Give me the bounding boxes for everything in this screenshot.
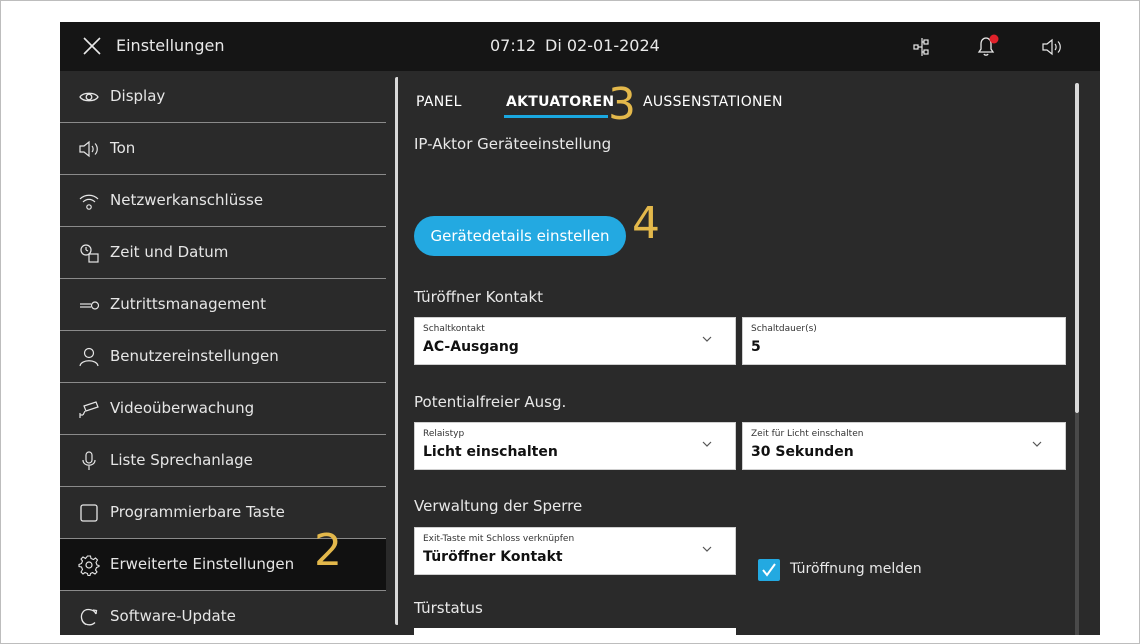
- clock-time: 07:12: [490, 36, 537, 55]
- relay-type-select[interactable]: Relaistyp Licht einschalten: [414, 422, 736, 470]
- sidebar-item-network[interactable]: Netzwerkanschlüsse: [60, 175, 386, 227]
- door-status-field-partial[interactable]: [414, 628, 736, 635]
- wifi-icon: [79, 194, 99, 210]
- field-label: Exit-Taste mit Schloss verknüpfen: [423, 534, 575, 544]
- field-label: Schaltkontakt: [423, 324, 485, 334]
- switch-contact-select[interactable]: Schaltkontakt AC-Ausgang: [414, 317, 736, 365]
- section-title-relay: Potentialfreier Ausg.: [414, 393, 567, 411]
- sidebar-item-label: Ton: [110, 139, 136, 157]
- sidebar-item-label: Zeit und Datum: [110, 243, 229, 261]
- top-bar: Einstellungen 07:12 Di 02-01-2024: [60, 22, 1100, 71]
- sidebar-item-display[interactable]: Display: [60, 71, 386, 123]
- speaker-icon: [79, 140, 98, 158]
- clock-date: Di 02-01-2024: [545, 36, 660, 55]
- chevron-down-icon: [702, 546, 712, 552]
- close-icon[interactable]: [82, 36, 102, 56]
- eye-icon: [79, 92, 99, 102]
- exit-key-lock-select[interactable]: Exit-Taste mit Schloss verknüpfen Türöff…: [414, 527, 736, 575]
- sidebar-item-label: Erweiterte Einstellungen: [110, 555, 295, 573]
- sidebar-item-label: Software-Update: [110, 607, 236, 625]
- report-door-opening-label: Türöffnung melden: [790, 561, 922, 577]
- camera-icon: [79, 401, 99, 418]
- sidebar-item-access-management[interactable]: Zutrittsmanagement: [60, 279, 386, 331]
- section-title-lock: Verwaltung der Sperre: [414, 497, 583, 515]
- field-label: Schaltdauer(s): [751, 324, 817, 334]
- sidebar-item-user-settings[interactable]: Benutzereinstellungen: [60, 331, 386, 383]
- field-label: Zeit für Licht einschalten: [751, 429, 864, 439]
- tab-actuators[interactable]: AKTUATOREN: [506, 94, 614, 110]
- switch-duration-input[interactable]: Schaltdauer(s) 5: [742, 317, 1066, 365]
- network-icon[interactable]: [912, 37, 930, 57]
- clock-calendar-icon: [80, 244, 99, 263]
- section-title-device: IP-Aktor Geräteeinstellung: [414, 135, 612, 153]
- sidebar-item-label: Netzwerkanschlüsse: [110, 191, 264, 209]
- field-value: 5: [751, 339, 761, 355]
- sidebar-item-label: Zutrittsmanagement: [110, 295, 267, 313]
- chevron-down-icon: [702, 336, 712, 342]
- sidebar-item-intercom-list[interactable]: Liste Sprechanlage: [60, 435, 386, 487]
- square-button-icon: [80, 504, 98, 522]
- sidebar-item-label: Display: [110, 87, 166, 105]
- sidebar-item-software-update[interactable]: Software-Update: [60, 591, 386, 635]
- sidebar-item-sound[interactable]: Ton: [60, 123, 386, 175]
- field-value: 30 Sekunden: [751, 444, 854, 460]
- user-icon: [79, 347, 99, 367]
- tab-outdoor-stations[interactable]: AUSSENSTATIONEN: [643, 94, 783, 110]
- sidebar-item-label: Liste Sprechanlage: [110, 451, 253, 469]
- sidebar-item-video-surveillance[interactable]: Videoüberwachung: [60, 383, 386, 435]
- field-value: Licht einschalten: [423, 444, 558, 460]
- speaker-icon[interactable]: [1041, 37, 1063, 57]
- report-door-opening-checkbox[interactable]: [758, 559, 780, 581]
- notification-bell-icon[interactable]: [974, 33, 1000, 59]
- chevron-down-icon: [1032, 441, 1042, 447]
- key-icon: [80, 301, 100, 310]
- sidebar-item-label: Programmierbare Taste: [110, 503, 285, 521]
- gear-icon: [78, 555, 100, 576]
- field-value: AC-Ausgang: [423, 339, 519, 355]
- tab-panel[interactable]: PANEL: [416, 94, 462, 110]
- device-details-button[interactable]: Gerätedetails einstellen: [414, 216, 626, 256]
- refresh-icon: [80, 608, 98, 626]
- sidebar-item-label: Videoüberwachung: [110, 399, 255, 417]
- device-screen: Einstellungen 07:12 Di 02-01-2024 Displa…: [60, 22, 1100, 635]
- microphone-icon: [82, 451, 96, 470]
- section-title-door-status: Türstatus: [414, 599, 483, 617]
- main-content: PANEL AKTUATOREN AUSSENSTATIONEN 3 IP-Ak…: [398, 71, 1100, 635]
- light-duration-select[interactable]: Zeit für Licht einschalten 30 Sekunden: [742, 422, 1066, 470]
- settings-sidebar: Display Ton Netzwerkanschlüsse Zeit und …: [60, 71, 399, 635]
- page-title: Einstellungen: [116, 36, 225, 55]
- field-value: Türöffner Kontakt: [423, 549, 563, 565]
- callout-number-4: 4: [632, 198, 660, 249]
- active-tab-indicator: [504, 115, 608, 118]
- main-scroll-track: [1075, 413, 1079, 635]
- sidebar-item-time-date[interactable]: Zeit und Datum: [60, 227, 386, 279]
- checkmark-icon: [762, 563, 776, 577]
- callout-number-2: 2: [314, 525, 342, 576]
- field-label: Relaistyp: [423, 429, 465, 439]
- callout-number-3: 3: [608, 79, 636, 130]
- main-scrollbar[interactable]: [1075, 83, 1079, 413]
- sidebar-item-label: Benutzereinstellungen: [110, 347, 279, 365]
- section-title-door-opener: Türöffner Kontakt: [414, 288, 544, 306]
- chevron-down-icon: [702, 441, 712, 447]
